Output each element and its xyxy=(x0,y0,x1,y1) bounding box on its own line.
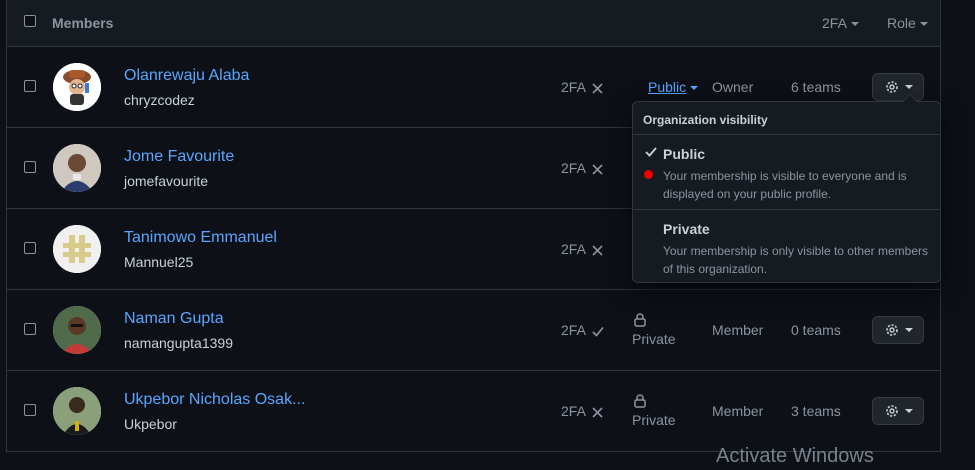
avatar[interactable] xyxy=(53,387,101,435)
check-icon xyxy=(645,147,657,157)
member-teams-link[interactable]: 3 teams xyxy=(791,403,841,419)
visibility-dropdown-menu: Organization visibility Public Your memb… xyxy=(632,94,941,283)
chevron-down-icon xyxy=(904,328,913,332)
option-label: Private xyxy=(663,221,710,237)
option-description: Your membership is only visible to other… xyxy=(663,244,929,276)
members-header: Members 2FA Role xyxy=(7,0,940,47)
twofa-label: 2FA xyxy=(561,403,586,419)
member-name-link[interactable]: Jome Favourite xyxy=(124,148,234,166)
members-title: Members xyxy=(52,15,114,31)
twofa-label: 2FA xyxy=(561,79,586,95)
photo-avatar-icon xyxy=(53,144,101,192)
gear-icon xyxy=(885,81,898,93)
twofa-status: 2FA xyxy=(561,322,604,338)
twofa-status: 2FA xyxy=(561,79,603,95)
x-icon xyxy=(592,407,603,418)
option-label: Public xyxy=(663,146,706,162)
twofa-status: 2FA xyxy=(561,403,603,419)
identicon-avatar-icon xyxy=(53,225,101,273)
visibility-option-public[interactable]: Public Your membership is visible to eve… xyxy=(633,135,940,209)
member-checkbox[interactable] xyxy=(24,161,36,173)
chevron-down-icon xyxy=(919,22,928,27)
visibility-status: Private xyxy=(632,313,676,347)
dropdown-title: Organization visibility xyxy=(633,102,940,135)
twofa-label: 2FA xyxy=(561,322,586,338)
chevron-down-icon xyxy=(690,86,699,91)
twofa-label: 2FA xyxy=(561,160,586,176)
member-checkbox[interactable] xyxy=(24,242,36,254)
twofa-status: 2FA xyxy=(561,160,603,176)
visibility-label: Private xyxy=(632,331,676,347)
lock-icon xyxy=(634,394,646,408)
gear-icon xyxy=(885,405,898,417)
member-settings-button[interactable] xyxy=(872,316,924,344)
x-icon xyxy=(592,83,603,94)
member-name-link[interactable]: Naman Gupta xyxy=(124,310,224,328)
twofa-label: 2FA xyxy=(561,241,586,257)
member-name-link[interactable]: Olanrewaju Alaba xyxy=(124,67,249,85)
avatar[interactable] xyxy=(53,225,101,273)
member-checkbox[interactable] xyxy=(24,80,36,92)
lock-icon xyxy=(634,313,646,327)
twofa-status: 2FA xyxy=(561,241,603,257)
member-login: Ukpebor xyxy=(124,416,177,432)
visibility-option-private[interactable]: Private Your membership is only visible … xyxy=(633,209,940,283)
filter-role-label: Role xyxy=(887,15,916,31)
member-checkbox[interactable] xyxy=(24,404,36,416)
visibility-label: Public xyxy=(648,79,687,95)
visibility-label: Private xyxy=(632,412,676,428)
member-teams-link[interactable]: 0 teams xyxy=(791,322,841,338)
gear-icon xyxy=(885,324,898,336)
member-row: Ukpebor Nicholas Osak... Ukpebor 2FA Pri… xyxy=(7,371,940,452)
filter-role-button[interactable]: Role xyxy=(887,15,928,31)
visibility-dropdown-button[interactable]: Public xyxy=(648,79,699,95)
member-role: Member xyxy=(712,403,764,419)
member-role: Member xyxy=(712,322,764,338)
member-login: jomefavourite xyxy=(124,173,209,189)
member-name-link[interactable]: Tanimowo Emmanuel xyxy=(124,229,277,247)
member-login: chryzcodez xyxy=(124,92,195,108)
cursor-marker-dot xyxy=(644,170,653,179)
member-checkbox[interactable] xyxy=(24,323,36,335)
member-row: Naman Gupta namangupta1399 2FA Private M… xyxy=(7,290,940,371)
member-teams-link[interactable]: 6 teams xyxy=(791,79,841,95)
photo-avatar-icon xyxy=(53,306,101,354)
check-icon xyxy=(592,326,604,337)
activate-windows-watermark: Activate Windows xyxy=(716,445,874,467)
filter-2fa-label: 2FA xyxy=(822,15,847,31)
x-icon xyxy=(592,245,603,256)
member-name-link[interactable]: Ukpebor Nicholas Osak... xyxy=(124,391,305,409)
chevron-down-icon xyxy=(850,22,859,27)
avatar[interactable] xyxy=(53,63,101,111)
photo-avatar-icon xyxy=(53,387,101,435)
avatar[interactable] xyxy=(53,144,101,192)
option-description: Your membership is visible to everyone a… xyxy=(663,169,907,201)
x-icon xyxy=(592,164,603,175)
avatar[interactable] xyxy=(53,306,101,354)
chevron-down-icon xyxy=(904,85,913,89)
member-role: Owner xyxy=(712,79,754,95)
select-all-checkbox[interactable] xyxy=(24,15,36,27)
filter-2fa-button[interactable]: 2FA xyxy=(822,15,859,31)
chevron-down-icon xyxy=(904,409,913,413)
member-login: Mannuel25 xyxy=(124,254,194,270)
member-settings-button[interactable] xyxy=(872,397,924,425)
visibility-status: Private xyxy=(632,394,676,428)
cartoon-avatar-icon xyxy=(53,63,101,111)
member-login: namangupta1399 xyxy=(124,335,233,351)
